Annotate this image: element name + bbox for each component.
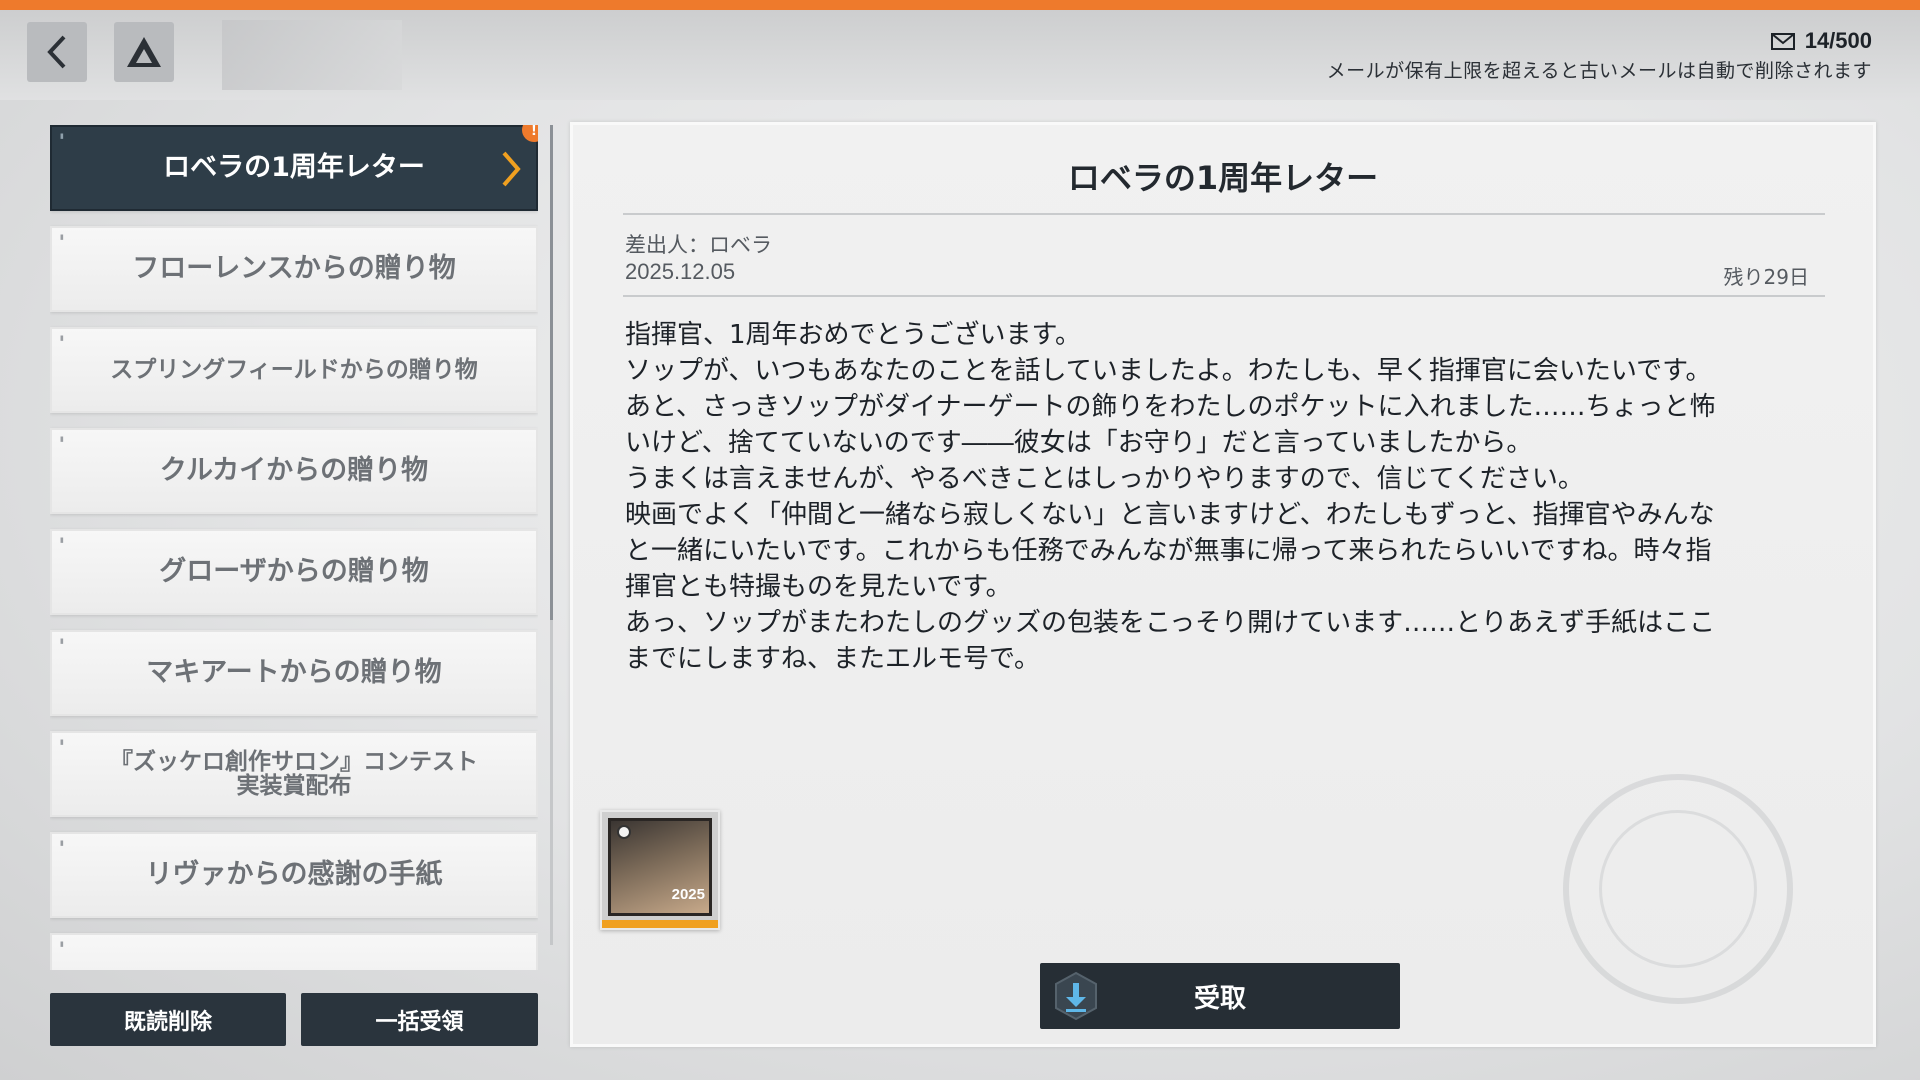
stamp-inner-ring <box>1599 810 1757 968</box>
item-tag: ▮ <box>60 233 64 241</box>
item-tag: ▮ <box>60 839 64 847</box>
home-button[interactable] <box>114 22 174 82</box>
claim-button-label: 受取 <box>1193 983 1246 1014</box>
body-line: あっ、ソップがまたわたしのグッズの包装をこっそり開けています……とりあえず手紙は… <box>625 608 1716 638</box>
mail-title: ロベラの1周年レター <box>1067 159 1379 197</box>
body-line: 映画でよく「仲間と一緒なら寂しくない」と言いますけど、わたしもずっと、指揮官やみ… <box>625 500 1715 530</box>
item-tag: ▮ <box>60 637 64 645</box>
mail-count: 14/500 <box>1770 28 1872 54</box>
mail-item[interactable]: ▮ スプリングフィールドからの贈り物 <box>50 327 538 413</box>
divider <box>623 213 1825 215</box>
mail-item-label: スプリングフィールドからの贈り物 <box>110 356 478 383</box>
item-tag: ▮ <box>60 536 64 544</box>
item-tag: ▮ <box>60 435 64 443</box>
mail-item-label: ロベラの1周年レター <box>163 151 425 183</box>
mail-expiry: 残り29日 <box>1723 265 1809 289</box>
reward-year-label: 2025 <box>671 886 705 903</box>
chevron-left-icon <box>47 35 66 69</box>
mail-item-label: リヴァからの感謝の手紙 <box>145 858 443 890</box>
stamp-watermark <box>1563 774 1793 1004</box>
mail-item[interactable]: ▮ グローザからの贈り物 <box>50 529 538 615</box>
top-accent-strip <box>0 0 1920 10</box>
reward-rarity-bar <box>602 920 718 928</box>
divider <box>623 295 1825 297</box>
item-tag: ▮ <box>60 132 64 140</box>
home-logo-icon <box>127 37 161 67</box>
rarity-star-icon <box>617 825 631 839</box>
reward-thumbnail: 2025 <box>608 818 712 916</box>
back-button[interactable] <box>27 22 87 82</box>
body-line: あと、さっきソップがダイナーゲートの飾りをわたしのポケットに入れました……ちょっ… <box>625 392 1716 422</box>
scrollbar-thumb[interactable] <box>550 125 553 620</box>
mail-list[interactable]: ▮ ロベラの1周年レター ▮ フローレンスからの贈り物 ▮ スプリングフィールド… <box>50 125 538 970</box>
mail-item-label: マキアートからの贈り物 <box>146 656 442 688</box>
mail-item-label-line1: 『ズッケロ創作サロン』コンテスト <box>110 748 478 775</box>
mail-icon <box>1770 32 1795 50</box>
delete-read-button[interactable]: 既読削除 <box>50 993 286 1046</box>
mail-item-label-line2: 実装賞配布 <box>236 773 352 799</box>
item-tag: ▮ <box>60 940 64 948</box>
mail-item-partial[interactable]: ▮ <box>50 933 538 970</box>
mail-item[interactable]: ▮ 『ズッケロ創作サロン』コンテスト 実装賞配布 <box>50 731 538 817</box>
body-line: ソップが、いつもあなたのことを話していましたよ。わたしも、早く指揮官に会いたいで… <box>625 356 1712 386</box>
mail-item-label: フローレンスからの贈り物 <box>132 252 456 284</box>
mail-sender: 差出人：ロベラ <box>625 233 772 257</box>
mail-item[interactable]: ▮ クルカイからの贈り物 <box>50 428 538 514</box>
mail-item[interactable]: ▮ リヴァからの感謝の手紙 <box>50 832 538 918</box>
item-tag: ▮ <box>60 334 64 342</box>
mail-item-label: グローザからの贈り物 <box>159 555 429 587</box>
body-line: いけど、捨てていないのです――彼女は「お守り」だと言っていましたから。 <box>625 428 1533 458</box>
body-line: 指揮官、1周年おめでとうございます。 <box>625 320 1081 350</box>
mail-detail-panel: ロベラの1周年レター 差出人：ロベラ 2025.12.05 残り29日 指揮官、… <box>570 122 1876 1047</box>
signature-decoration <box>222 20 402 90</box>
item-tag: ▮ <box>60 738 64 746</box>
body-line: と一緒にいたいです。これからも任務でみんなが無事に帰って来られたらいいですね。時… <box>625 536 1712 566</box>
mail-body: 指揮官、1周年おめでとうございます。 ソップが、いつもあなたのことを話していまし… <box>625 317 1835 677</box>
chevron-right-icon <box>502 151 521 187</box>
mail-item[interactable]: ▮ マキアートからの贈り物 <box>50 630 538 716</box>
body-line: うまくは言えませんが、やるべきことはしっかりやりますので、信じてください。 <box>625 464 1584 494</box>
mail-item-label: クルカイからの贈り物 <box>159 454 429 486</box>
mail-limit-notice: メールが保有上限を超えると古いメールは自動で削除されます <box>1326 60 1872 82</box>
body-line: 揮官とも特撮ものを見たいです。 <box>625 572 1012 602</box>
mail-date: 2025.12.05 <box>625 259 736 284</box>
mail-item-active[interactable]: ▮ ロベラの1周年レター <box>50 125 538 211</box>
mail-count-value: 14/500 <box>1804 28 1872 53</box>
reward-item[interactable]: 2025 <box>600 810 720 930</box>
body-line: までにしますね、またエルモ号で。 <box>625 644 1040 674</box>
download-icon <box>1055 971 1097 1021</box>
claim-button[interactable]: 受取 <box>1040 963 1400 1029</box>
mail-item[interactable]: ▮ フローレンスからの贈り物 <box>50 226 538 312</box>
claim-all-button[interactable]: 一括受領 <box>301 993 538 1046</box>
